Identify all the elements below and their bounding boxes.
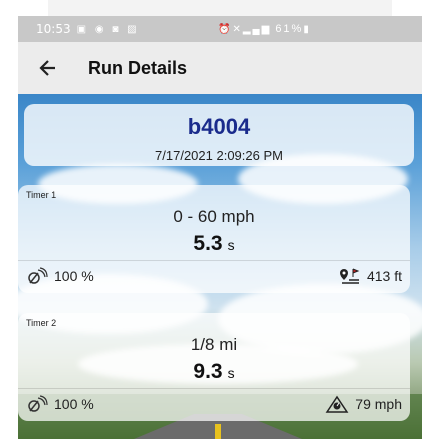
battery-percent: 61% — [275, 23, 304, 35]
battery-icon: ▮ — [303, 23, 311, 35]
distance-value: 413 ft — [366, 268, 402, 284]
status-time: 10:53 — [36, 22, 71, 36]
timer-label: Timer 1 — [26, 190, 57, 200]
message-icon: ▣ — [76, 23, 90, 35]
signal-icon: ▂▄▆ — [242, 23, 272, 35]
run-id: b4004 — [187, 114, 251, 139]
top-strip-panel — [48, 0, 392, 16]
timer-result: 9.3 s — [18, 360, 410, 384]
speed-trap-icon — [325, 395, 349, 413]
timer-range: 0 - 60 mph — [173, 207, 255, 226]
status-bar: 10:53 ▣ ◉ ◙ ▨ ⏰ ✕ ▂▄▆ 61% ▮ — [18, 16, 422, 42]
system-icons: ⏰ ✕ ▂▄▆ 61% ▮ — [218, 16, 311, 42]
app-bar: Run Details — [18, 42, 422, 94]
back-button[interactable] — [28, 48, 68, 88]
road-line — [215, 424, 221, 439]
image-icon: ▨ — [127, 23, 140, 35]
timer-card-2[interactable]: Timer 2 1/8 mi 9.3 s 100 % 79 mph — [18, 313, 410, 421]
timer-value: 9.3 — [193, 360, 223, 383]
background-scene: b4004 7/17/2021 2:09:26 PM Timer 1 0 - 6… — [18, 94, 422, 439]
timer-card-1[interactable]: Timer 1 0 - 60 mph 5.3 s 100 % 413 ft — [18, 185, 410, 293]
timer-unit: s — [227, 365, 235, 381]
notification-icons: ▣ ◉ ◙ ▨ — [77, 24, 140, 35]
arrow-left-icon — [39, 60, 55, 76]
trap-speed-value: 79 mph — [355, 396, 402, 412]
run-header-card: b4004 7/17/2021 2:09:26 PM — [24, 104, 414, 166]
distance-icon — [339, 268, 360, 284]
timer-unit: s — [227, 237, 235, 253]
gps-signal-icon — [28, 267, 48, 284]
gps-accuracy: 100 % — [26, 395, 94, 413]
gps-accuracy: 100 % — [26, 267, 94, 285]
timer-range: 1/8 mi — [190, 335, 238, 354]
divider — [18, 388, 410, 389]
alarm-icon: ⏰ — [218, 23, 233, 35]
timer-label: Timer 2 — [26, 318, 57, 328]
top-strip — [0, 0, 422, 16]
gps-signal-icon — [28, 395, 48, 412]
timer-value: 5.3 — [193, 232, 223, 255]
gps-accuracy-value: 100 % — [54, 268, 94, 284]
timer-result: 5.3 s — [18, 232, 410, 256]
page-title: Run Details — [88, 57, 188, 78]
mute-icon: ✕ — [232, 23, 243, 35]
app-icon: ◙ — [112, 23, 122, 35]
distance-stat: 413 ft — [339, 267, 402, 285]
facebook-icon: ◉ — [94, 23, 107, 35]
trap-speed-stat: 79 mph — [325, 395, 402, 413]
run-datetime: 7/17/2021 2:09:26 PM — [155, 148, 283, 163]
divider — [18, 260, 410, 261]
gps-accuracy-value: 100 % — [54, 396, 94, 412]
